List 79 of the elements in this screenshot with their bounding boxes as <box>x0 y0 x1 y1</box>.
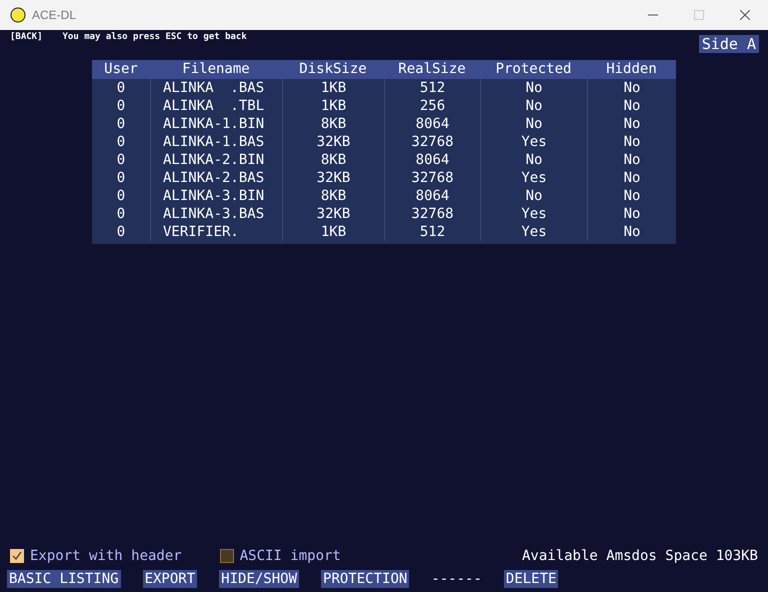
table-cell: 32768 <box>411 170 454 186</box>
table-cell: No <box>624 170 640 186</box>
action-button[interactable]: DELETE <box>504 570 558 588</box>
table-cell: 32768 <box>411 134 454 150</box>
table-cell: 512 <box>420 224 446 240</box>
table-cell: No <box>624 188 640 204</box>
table-cell: No <box>624 206 640 222</box>
table-cell: No <box>526 152 542 168</box>
table-cell: No <box>526 116 542 132</box>
available-space-text: Available Amsdos Space 103KB <box>522 546 758 566</box>
table-cell: 0 <box>116 152 126 168</box>
table-cell: 256 <box>420 98 446 114</box>
column-header: RealSize <box>397 60 467 79</box>
action-button[interactable]: BASIC LISTING <box>7 570 121 588</box>
table-cell: VERIFIER. <box>163 224 239 240</box>
checkbox-label: Export with header <box>30 546 182 566</box>
table-cell: 0 <box>116 170 126 186</box>
table-cell: 0 <box>116 224 126 240</box>
table-cell: 0 <box>116 134 126 150</box>
table-cell: 32KB <box>316 170 350 186</box>
table-cell: 8064 <box>416 116 450 132</box>
table-cell: 0 <box>116 98 126 114</box>
action-button[interactable]: PROTECTION <box>321 570 410 588</box>
close-icon <box>740 10 750 20</box>
table-cell: 1KB <box>320 80 346 96</box>
table-cell: 8KB <box>320 152 346 168</box>
maximize-icon <box>694 10 704 20</box>
table-cell: Yes <box>521 134 547 150</box>
table-cell: No <box>526 98 542 114</box>
window-title: ACE-DL <box>32 7 76 24</box>
action-button[interactable]: HIDE/SHOW <box>219 570 300 588</box>
table-cell: 8KB <box>320 116 346 132</box>
table-cell: ALINKA-1.BIN <box>163 116 264 132</box>
table-cell: No <box>624 116 640 132</box>
table-cell: 0 <box>116 206 126 222</box>
column-header: Protected <box>494 60 572 79</box>
table-cell: No <box>526 188 542 204</box>
column-header: DiskSize <box>298 60 368 79</box>
table-cell: 1KB <box>320 98 346 114</box>
app-icon <box>10 7 26 23</box>
hint-text: You may also press ESC to get back <box>62 31 247 44</box>
table-cell: 32768 <box>411 206 454 222</box>
column-header: Hidden <box>605 60 658 79</box>
table-cell: ALINKA-2.BIN <box>163 152 264 168</box>
table-cell: 0 <box>116 116 126 132</box>
checkbox[interactable] <box>220 549 234 563</box>
table-cell: 8064 <box>416 188 450 204</box>
action-button[interactable]: EXPORT <box>142 570 198 588</box>
table-cell: 0 <box>116 80 126 96</box>
table-cell: 8KB <box>320 188 346 204</box>
column-header: Filename <box>181 60 251 79</box>
separator-text: ------ <box>431 570 482 588</box>
table-cell: Yes <box>521 224 547 240</box>
checkbox-label: ASCII import <box>240 546 341 566</box>
table-cell: 1KB <box>320 224 346 240</box>
table-cell: ALINKA .BAS <box>163 80 264 96</box>
table-cell: ALINKA-2.BAS <box>163 170 264 186</box>
table-cell: 8064 <box>416 152 450 168</box>
table-cell: ALINKA-3.BAS <box>163 206 264 222</box>
checkbox[interactable] <box>10 549 24 563</box>
table-cell: Yes <box>521 206 547 222</box>
table-cell: No <box>624 80 640 96</box>
side-label[interactable]: Side A <box>698 35 759 53</box>
table-cell: No <box>624 134 640 150</box>
table-cell: 32KB <box>316 134 350 150</box>
table-cell: 0 <box>116 188 126 204</box>
back-link[interactable]: [BACK] <box>10 31 43 44</box>
column-header: User <box>103 60 139 79</box>
table-cell: Yes <box>521 170 547 186</box>
table-cell: ALINKA .TBL <box>163 98 264 114</box>
table-cell: ALINKA-3.BIN <box>163 188 264 204</box>
table-cell: No <box>624 152 640 168</box>
table-cell: No <box>624 98 640 114</box>
table-cell: No <box>624 224 640 240</box>
table-cell: 512 <box>420 80 446 96</box>
check-icon <box>12 551 22 561</box>
table-cell: 32KB <box>316 206 350 222</box>
table-cell: No <box>526 80 542 96</box>
table-cell: ALINKA-1.BAS <box>163 134 264 150</box>
